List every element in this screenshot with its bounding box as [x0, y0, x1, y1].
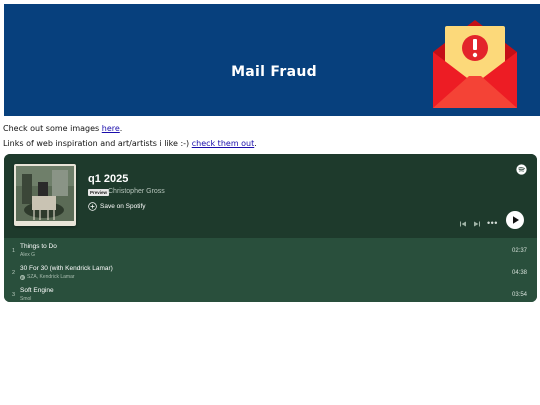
player-header: q1 2025 Preview Christopher Gross Save o…	[4, 154, 537, 238]
page-title: Mail Fraud	[231, 64, 317, 80]
plus-circle-icon	[88, 201, 97, 211]
mail-warning-icon	[433, 20, 517, 108]
preview-badge: Preview	[88, 189, 110, 196]
playlist-cover[interactable]	[14, 164, 76, 226]
intro-images-suffix: .	[119, 124, 123, 133]
track-row[interactable]: 2 30 For 30 (with Kendrick Lamar) E SZA, …	[4, 262, 537, 284]
track-duration: 04:38	[511, 270, 527, 276]
spotify-embed-player: q1 2025 Preview Christopher Gross Save o…	[4, 154, 537, 302]
track-duration: 02:37	[511, 248, 527, 254]
track-row[interactable]: 1 Things to Do Alex G 02:37	[4, 240, 537, 262]
intro-images-text: Check out some images	[3, 124, 102, 133]
playlist-owner[interactable]: Christopher Gross	[108, 188, 165, 195]
track-list: 1 Things to Do Alex G 02:37 2 30 For 30 …	[4, 238, 537, 302]
save-label: Save on Spotify	[100, 202, 146, 210]
play-button[interactable]	[506, 211, 524, 229]
spotify-logo-icon[interactable]	[516, 164, 527, 175]
track-artist-name: Alex G	[20, 252, 36, 258]
track-number: 2	[12, 270, 16, 276]
track-artist-name: Smol	[20, 296, 32, 302]
next-track-icon[interactable]	[473, 220, 481, 228]
track-artist: Smol	[20, 296, 31, 302]
track-duration: 03:54	[511, 292, 527, 298]
inspiration-link[interactable]: check them out	[192, 139, 255, 148]
images-link[interactable]: here	[102, 124, 120, 133]
track-title: 30 For 30 (with Kendrick Lamar)	[20, 265, 113, 272]
track-number: 3	[12, 292, 16, 298]
track-row[interactable]: 3 Soft Engine Smol 03:54	[4, 284, 537, 302]
intro-links-line: Links of web inspiration and art/artists…	[3, 139, 257, 148]
explicit-icon: E	[20, 274, 25, 280]
intro-links-text: Links of web inspiration and art/artists…	[3, 139, 192, 148]
header-banner: Mail Fraud	[4, 4, 540, 116]
track-number: 1	[12, 248, 16, 254]
track-artist-name: SZA, Kendrick Lamar	[27, 274, 75, 280]
intro-images-line: Check out some images here.	[3, 124, 122, 133]
track-artist: E SZA, Kendrick Lamar	[20, 274, 75, 280]
previous-track-icon[interactable]	[459, 220, 467, 228]
track-title: Things to Do	[20, 243, 57, 250]
track-artist: Alex G	[20, 252, 35, 258]
more-options-icon[interactable]: •••	[487, 218, 498, 228]
save-on-spotify-button[interactable]: Save on Spotify	[88, 200, 146, 212]
track-title: Soft Engine	[20, 287, 54, 294]
cover-art	[16, 166, 74, 221]
playlist-title[interactable]: q1 2025	[88, 173, 128, 185]
intro-links-suffix: .	[254, 139, 257, 148]
